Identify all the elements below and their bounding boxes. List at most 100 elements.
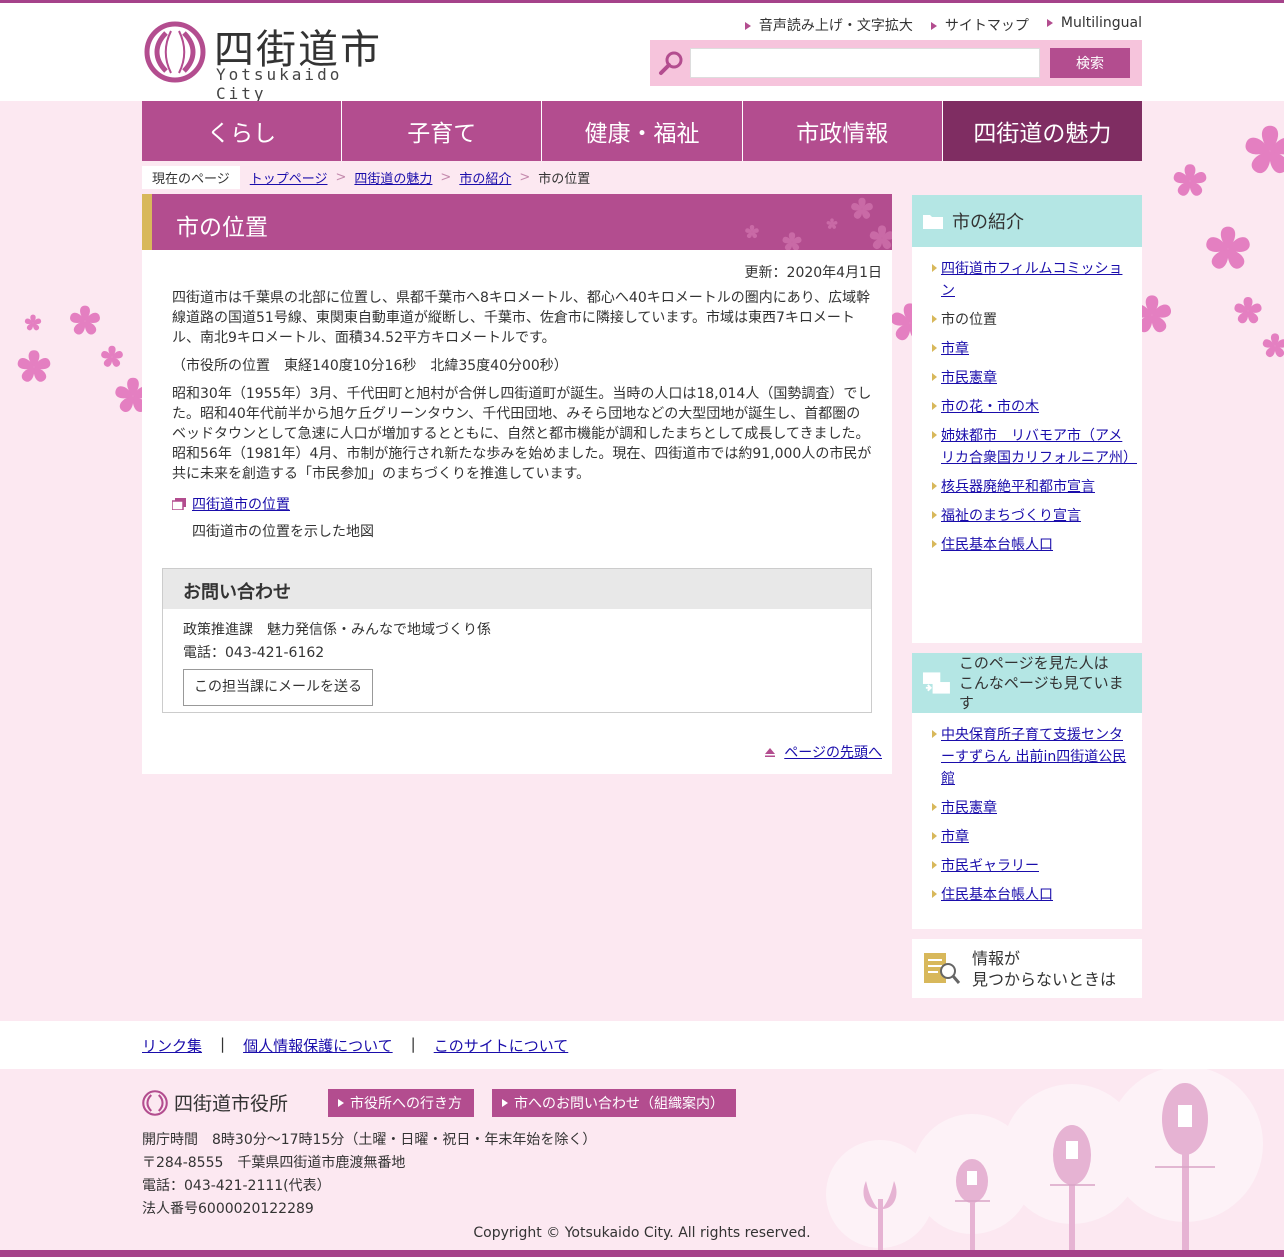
map-link[interactable]: 四街道市の位置 [172, 494, 290, 514]
not-found-help-banner[interactable]: 情報が 見つからないときは [912, 939, 1142, 998]
paragraph: （市役所の位置 東経140度10分16秒 北緯35度40分00秒） [172, 358, 568, 374]
search-input[interactable] [690, 48, 1040, 78]
document-search-icon [924, 952, 961, 984]
article-body: 四街道市は千葉県の北部に位置し、県都千葉市へ8キロメートル、都心へ40キロメート… [172, 288, 872, 492]
page-top-text[interactable]: ページの先頭へ [784, 742, 882, 762]
nav-kurashi[interactable]: くらし [142, 101, 343, 161]
access-button[interactable]: 市役所への行き方 [328, 1089, 474, 1117]
footer-link-privacy[interactable]: 個人情報保護について [243, 1035, 393, 1056]
sidebar-item[interactable]: 市章 [932, 826, 1130, 848]
search-icon [659, 51, 683, 75]
site-logo[interactable]: 四街道市 Yotsukaido City [144, 17, 404, 103]
sidebar-link[interactable]: 住民基本台帳人口 [941, 537, 1053, 553]
util-link-multilingual[interactable]: Multilingual [1046, 15, 1142, 35]
arrow-up-icon [765, 748, 776, 757]
sidebar-link[interactable]: 中央保育所子育て支援センターすずらん 出前in四街道公民館 [941, 727, 1126, 787]
send-mail-button[interactable]: この担当課にメールを送る [183, 669, 373, 706]
contact-body: 政策推進課 魅力発信係・みんなで地域づくり係 電話：043-421-6162 こ… [163, 609, 871, 716]
triangle-icon [502, 1099, 508, 1107]
sidebar-link[interactable]: 核兵器廃絶平和都市宣言 [941, 479, 1095, 495]
breadcrumb: 現在のページ トップページ > 四街道の魅力 > 市の紹介 > 市の位置 [142, 165, 591, 189]
city-emblem-icon [142, 1089, 168, 1116]
sidebar-item[interactable]: 住民基本台帳人口 [932, 884, 1130, 906]
chevron-right-icon: > [519, 169, 531, 185]
paragraph: 昭和30年（1955年）3月、千代田町と旭村が合併し四街道町が誕生。当時の人口は… [172, 386, 872, 482]
main-content: 市の位置 更新：2020年4月1日 四街道市は千葉県の北部に位置し、県都千葉市へ… [142, 194, 892, 774]
footer-info: 開庁時間 8時30分～17時15分（土曜・日曜・祝日・年末年始を除く） 〒284… [142, 1129, 596, 1221]
util-link-sitemap[interactable]: サイトマップ [930, 15, 1029, 35]
footer-logo: 四街道市役所 [142, 1089, 288, 1116]
sidebar-link[interactable]: 市民憲章 [941, 800, 997, 816]
nav-kosodate[interactable]: 子育て [342, 101, 543, 161]
sidebar-item[interactable]: 福祉のまちづくり宣言 [932, 505, 1130, 527]
page-top-link[interactable]: ページの先頭へ [764, 742, 882, 762]
sidebar-link[interactable]: 市民憲章 [941, 370, 997, 386]
sidebar-item[interactable]: 姉妹都市 リバモア市（アメリカ合衆国カリフォルニア州） [932, 425, 1137, 469]
triangle-icon [338, 1099, 344, 1107]
nav-shisei[interactable]: 市政情報 [742, 101, 943, 161]
contact-org-button[interactable]: 市へのお問い合わせ（組織案内） [492, 1089, 736, 1117]
breadcrumb-link-miryoku[interactable]: 四街道の魅力 [354, 168, 432, 187]
chevron-right-icon: > [335, 169, 347, 185]
sidebar-city-intro: 市の紹介 四街道市フィルムコミッション 市の位置 市章 市民憲章 市の花・市の木… [912, 195, 1142, 643]
sidebar-link[interactable]: 市民ギャラリー [941, 858, 1039, 874]
sidebar-list: 中央保育所子育て支援センターすずらん 出前in四街道公民館 市民憲章 市章 市民… [912, 713, 1142, 917]
sidebar-link[interactable]: 市章 [941, 341, 969, 357]
paragraph: 四街道市は千葉県の北部に位置し、県都千葉市へ8キロメートル、都心へ40キロメート… [172, 290, 871, 346]
copyright: Copyright © Yotsukaido City. All rights … [473, 1225, 811, 1241]
page-title: 市の位置 [176, 215, 268, 241]
sidebar-item[interactable]: 市の花・市の木 [932, 396, 1130, 418]
map-link-text[interactable]: 四街道市の位置 [192, 494, 290, 514]
sidebar-current-label: 市の位置 [941, 312, 997, 328]
sidebar-link[interactable]: 市の花・市の木 [941, 399, 1039, 415]
sidebar-item[interactable]: 市章 [932, 338, 1130, 360]
triangle-icon [930, 22, 937, 30]
street-lamp-decoration [826, 1069, 1263, 1250]
footer-link-about[interactable]: このサイトについて [434, 1035, 569, 1056]
divider: | [410, 1035, 416, 1053]
util-link-label: Multilingual [1060, 15, 1142, 31]
util-link-label: サイトマップ [944, 18, 1029, 34]
pages-icon [922, 672, 950, 694]
sidebar-item[interactable]: 四街道市フィルムコミッション [932, 258, 1130, 302]
sidebar-link[interactable]: 四街道市フィルムコミッション [941, 261, 1122, 299]
corporate-number: 法人番号6000020122289 [142, 1201, 314, 1217]
divider: | [220, 1035, 226, 1053]
breadcrumb-link-top[interactable]: トップページ [250, 168, 328, 187]
office-phone: 電話：043-421-2111(代表） [142, 1178, 331, 1194]
window-icon [172, 498, 186, 510]
breadcrumb-current: 市の位置 [538, 171, 591, 187]
footer-link-links[interactable]: リンク集 [142, 1035, 202, 1056]
nav-miryoku[interactable]: 四街道の魅力 [942, 101, 1143, 161]
footer-links: リンク集 | 個人情報保護について | このサイトについて [142, 1035, 568, 1056]
sidebar-related-pages: このページを見た人は こんなページも見ています 中央保育所子育て支援センターすず… [912, 653, 1142, 929]
site-footer: 四街道市役所 市役所への行き方 市へのお問い合わせ（組織案内） 開庁時間 8時3… [0, 1069, 1284, 1250]
sidebar-link[interactable]: 姉妹都市 リバモア市（アメリカ合衆国カリフォルニア州） [941, 428, 1137, 466]
chevron-right-icon: > [440, 169, 452, 185]
sidebar-heading: このページを見た人は こんなページも見ています [912, 653, 1142, 713]
sidebar-heading-text: 市の紹介 [952, 212, 1024, 233]
contact-box: お問い合わせ 政策推進課 魅力発信係・みんなで地域づくり係 電話：043-421… [162, 568, 872, 713]
sidebar-item[interactable]: 市民憲章 [932, 797, 1130, 819]
office-hours: 開庁時間 8時30分～17時15分（土曜・日曜・祝日・年末年始を除く） [142, 1132, 597, 1148]
sidebar-item[interactable]: 住民基本台帳人口 [932, 534, 1130, 556]
footer-office-name: 四街道市役所 [174, 1093, 289, 1115]
sidebar-link[interactable]: 福祉のまちづくり宣言 [941, 508, 1081, 524]
sidebar-item[interactable]: 中央保育所子育て支援センターすずらん 出前in四街道公民館 [932, 724, 1130, 790]
sidebar-item[interactable]: 市民憲章 [932, 367, 1130, 389]
util-link-speech[interactable]: 音声読み上げ・文字拡大 [744, 15, 913, 35]
contact-org-button-label: 市へのお問い合わせ（組織案内） [514, 1096, 724, 1112]
folder-icon [923, 215, 943, 229]
search-button[interactable]: 検索 [1050, 48, 1130, 78]
breadcrumb-label: 現在のページ [142, 165, 240, 189]
bottom-accent-bar [0, 1250, 1284, 1257]
sidebar-item[interactable]: 市民ギャラリー [932, 855, 1130, 877]
sidebar-link[interactable]: 市章 [941, 829, 969, 845]
sidebar-item[interactable]: 核兵器廃絶平和都市宣言 [932, 476, 1130, 498]
updated-date: 更新：2020年4月1日 [744, 265, 882, 281]
help-line1: 情報が [972, 948, 1021, 968]
breadcrumb-link-shokai[interactable]: 市の紹介 [459, 168, 511, 187]
access-button-label: 市役所への行き方 [350, 1096, 462, 1112]
nav-kenko-fukushi[interactable]: 健康・福祉 [542, 101, 743, 161]
sidebar-link[interactable]: 住民基本台帳人口 [941, 887, 1053, 903]
